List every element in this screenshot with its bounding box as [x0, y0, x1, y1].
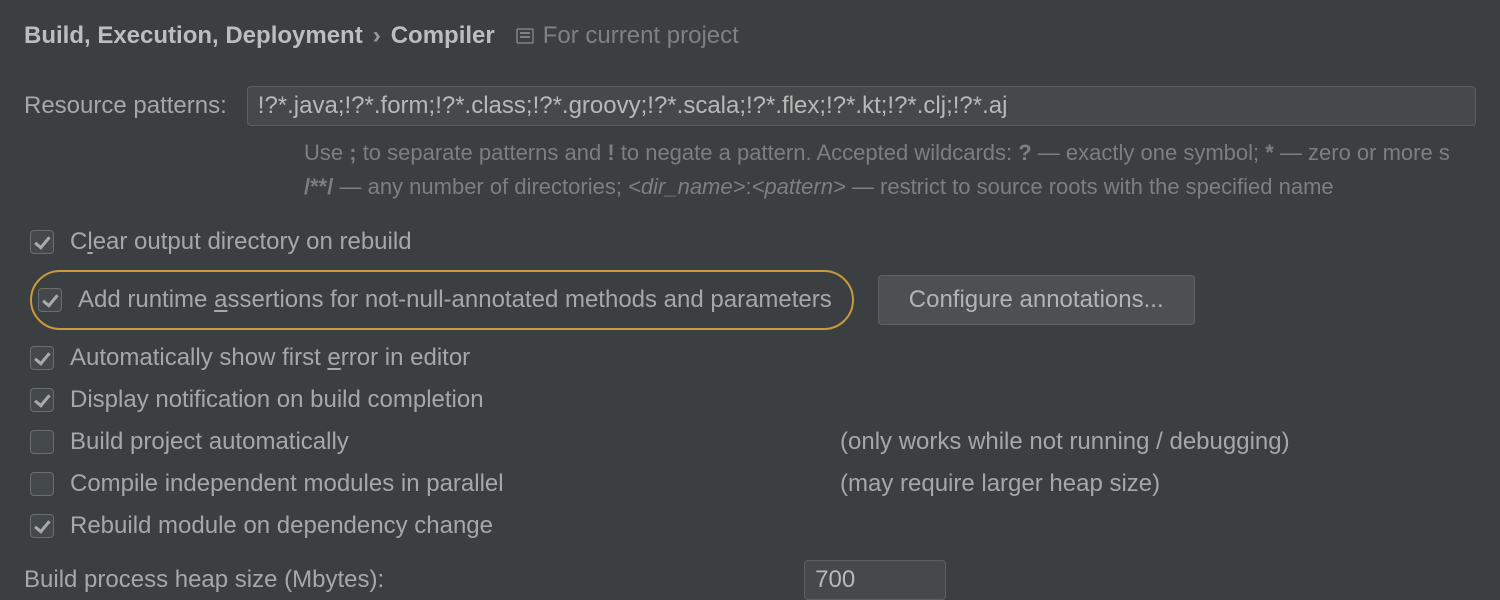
- compiler-options-list: Clear output directory on rebuild Add ru…: [30, 228, 1476, 540]
- option-compile-parallel[interactable]: Compile independent modules in parallel …: [30, 470, 1476, 498]
- breadcrumb-separator-icon: ›: [373, 22, 381, 50]
- option-add-assertions-row: Add runtime assertions for not-null-anno…: [30, 270, 1476, 330]
- resource-patterns-row: Resource patterns:: [24, 86, 1476, 126]
- compiler-settings-panel: Build, Execution, Deployment › Compiler …: [0, 0, 1500, 600]
- checkbox-compile-parallel[interactable]: [30, 472, 54, 496]
- label-clear-output: Clear output directory on rebuild: [70, 228, 412, 256]
- project-scope-label: For current project: [543, 22, 739, 50]
- resource-patterns-label: Resource patterns:: [24, 86, 227, 120]
- label-show-first-error: Automatically show first error in editor: [70, 344, 470, 372]
- breadcrumb: Build, Execution, Deployment › Compiler …: [24, 22, 1476, 50]
- option-clear-output[interactable]: Clear output directory on rebuild: [30, 228, 1476, 256]
- option-show-first-error[interactable]: Automatically show first error in editor: [30, 344, 1476, 372]
- configure-annotations-button[interactable]: Configure annotations...: [878, 275, 1195, 325]
- option-rebuild-on-dependency[interactable]: Rebuild module on dependency change: [30, 512, 1476, 540]
- checkbox-rebuild-on-dependency[interactable]: [30, 514, 54, 538]
- checkbox-add-assertions[interactable]: [38, 288, 62, 312]
- checkbox-show-first-error[interactable]: [30, 346, 54, 370]
- checkbox-display-notification[interactable]: [30, 388, 54, 412]
- highlighted-option: Add runtime assertions for not-null-anno…: [30, 270, 854, 330]
- project-scope-indicator: For current project: [515, 22, 739, 50]
- heap-size-row: Build process heap size (Mbytes):: [24, 560, 1476, 600]
- heap-size-label: Build process heap size (Mbytes):: [24, 566, 384, 594]
- breadcrumb-parent[interactable]: Build, Execution, Deployment: [24, 22, 363, 50]
- breadcrumb-current: Compiler: [391, 22, 495, 50]
- hint-build-automatically: (only works while not running / debuggin…: [840, 428, 1290, 456]
- option-build-automatically[interactable]: Build project automatically (only works …: [30, 428, 1476, 456]
- label-build-automatically: Build project automatically: [70, 428, 349, 456]
- label-display-notification: Display notification on build completion: [70, 386, 484, 414]
- heap-size-input[interactable]: [804, 560, 946, 600]
- checkbox-build-automatically[interactable]: [30, 430, 54, 454]
- label-compile-parallel: Compile independent modules in parallel: [70, 470, 504, 498]
- checkbox-clear-output[interactable]: [30, 230, 54, 254]
- label-rebuild-on-dependency: Rebuild module on dependency change: [70, 512, 493, 540]
- option-display-notification[interactable]: Display notification on build completion: [30, 386, 1476, 414]
- label-add-assertions: Add runtime assertions for not-null-anno…: [78, 286, 832, 314]
- resource-patterns-input[interactable]: [247, 86, 1476, 126]
- hint-compile-parallel: (may require larger heap size): [840, 470, 1160, 498]
- resource-patterns-hint: Use ; to separate patterns and ! to nega…: [304, 136, 1476, 204]
- project-scope-icon: [515, 26, 535, 46]
